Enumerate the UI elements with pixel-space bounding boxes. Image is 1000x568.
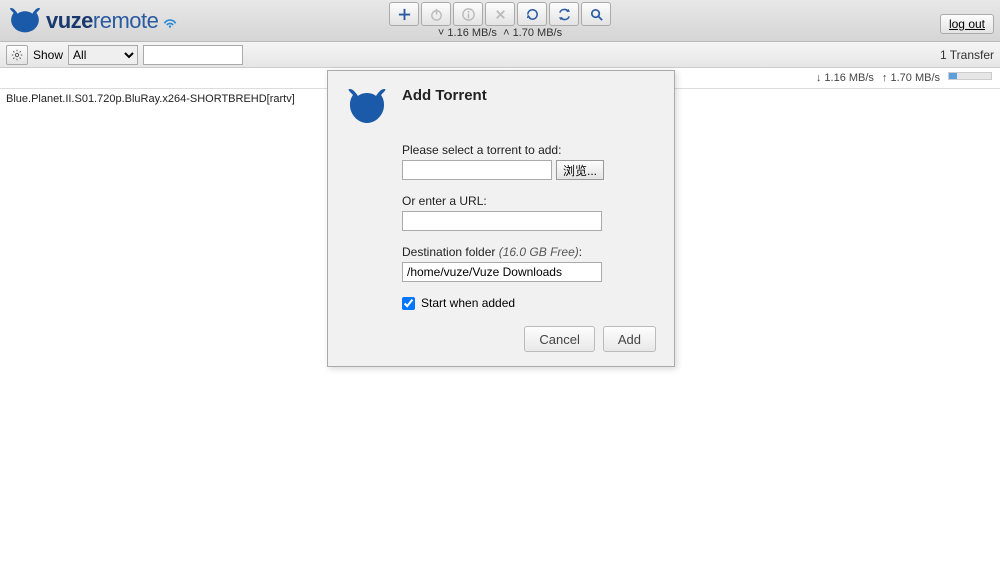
- destination-label: Destination folder (16.0 GB Free):: [402, 245, 656, 259]
- url-field: Or enter a URL:: [402, 194, 656, 231]
- power-button[interactable]: [421, 2, 451, 26]
- dest-free-space: (16.0 GB Free): [499, 245, 579, 259]
- transfer-count: 1 Transfer: [940, 48, 994, 62]
- brand-main: vuze: [46, 8, 93, 33]
- dialog-frog-icon: [346, 87, 388, 127]
- brand-text: vuzeremote: [46, 8, 158, 34]
- remove-button[interactable]: [485, 2, 515, 26]
- header-speed-readout: ˅ 1.16 MB/s ˄ 1.70 MB/s: [438, 27, 562, 39]
- url-input[interactable]: [402, 211, 602, 231]
- filter-search-input[interactable]: [143, 45, 243, 65]
- url-label: Or enter a URL:: [402, 194, 656, 208]
- dest-label-suffix: :: [579, 245, 582, 259]
- refresh-one-button[interactable]: [517, 2, 547, 26]
- chevron-down-icon: ˅: [438, 27, 444, 39]
- refresh-all-button[interactable]: [549, 2, 579, 26]
- show-filter-select[interactable]: All: [68, 45, 138, 65]
- main-toolbar: [388, 2, 612, 26]
- show-label: Show: [33, 48, 63, 62]
- app-logo: vuzeremote: [0, 8, 178, 34]
- summary-speed-up: ↑ 1.70 MB/s: [882, 72, 940, 84]
- start-when-added-label: Start when added: [421, 296, 515, 310]
- settings-button[interactable]: [6, 45, 28, 65]
- file-select-field: Please select a torrent to add: 浏览...: [402, 143, 656, 180]
- add-torrent-button[interactable]: [389, 2, 419, 26]
- dest-label-prefix: Destination folder: [402, 245, 499, 259]
- destination-input[interactable]: [402, 262, 602, 282]
- filter-bar: Show All 1 Transfer: [0, 42, 1000, 68]
- dialog-title: Add Torrent: [402, 87, 487, 104]
- gear-icon: [11, 49, 23, 61]
- torrent-name: Blue.Planet.II.S01.720p.BluRay.x264-SHOR…: [6, 93, 295, 105]
- summary-speed-down: ↓ 1.16 MB/s: [816, 72, 874, 84]
- start-when-added-checkbox[interactable]: [402, 297, 415, 310]
- file-path-input[interactable]: [402, 160, 552, 180]
- header-speed-down: 1.16 MB/s: [447, 27, 497, 39]
- chevron-up-icon: ˄: [503, 27, 509, 39]
- brand-sub: remote: [93, 8, 158, 33]
- wifi-icon: [162, 13, 178, 29]
- logout-button[interactable]: log out: [940, 14, 994, 34]
- header-bar: vuzeremote ˅ 1.16 MB/s ˄ 1.70 MB/s log o…: [0, 0, 1000, 42]
- search-button[interactable]: [581, 2, 611, 26]
- summary-progress: [948, 72, 992, 80]
- vuze-frog-icon: [8, 8, 42, 34]
- destination-field: Destination folder (16.0 GB Free):: [402, 245, 656, 282]
- cancel-button[interactable]: Cancel: [524, 326, 594, 352]
- add-button[interactable]: Add: [603, 326, 656, 352]
- file-select-label: Please select a torrent to add:: [402, 143, 656, 157]
- header-speed-up: 1.70 MB/s: [513, 27, 563, 39]
- browse-button[interactable]: 浏览...: [556, 160, 604, 180]
- add-torrent-dialog: Add Torrent Please select a torrent to a…: [327, 70, 675, 367]
- info-button[interactable]: [453, 2, 483, 26]
